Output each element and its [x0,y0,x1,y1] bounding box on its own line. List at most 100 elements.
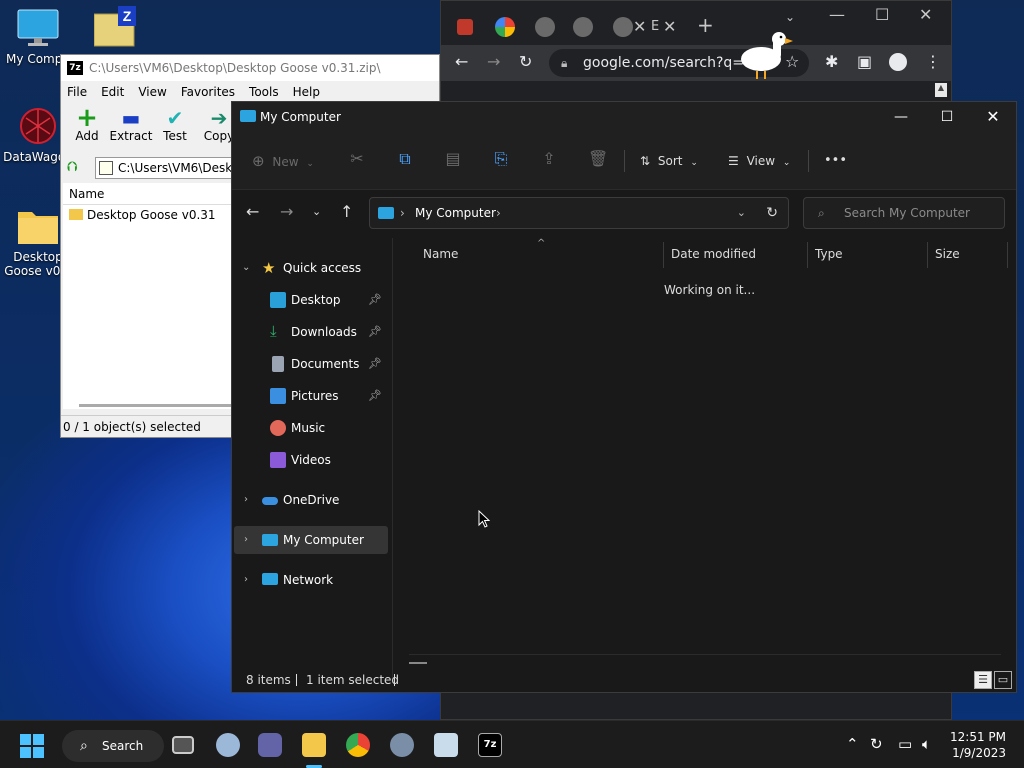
taskbar-search[interactable]: ⌕ Search [62,730,164,762]
column-header-name[interactable]: Name [423,247,458,261]
globe-icon[interactable] [613,17,633,37]
column-separator[interactable] [663,242,664,268]
share-icon[interactable]: ⇪ [540,150,558,168]
globe-icon[interactable] [535,17,555,37]
new-tab-icon[interactable]: + [697,15,714,35]
recent-locations-icon[interactable]: ⌄ [312,203,321,221]
file-explorer-window[interactable]: My Computer — ☐ ✕ ⊕ New ⌄ ✂ ⧉ ▤ ⎘ ⇪ 🗑︎ ⇅… [231,101,1017,693]
up-icon[interactable]: ↑ [340,203,353,221]
sidebar-item-downloads[interactable]: ⤓ Downloads 📌︎ [232,318,388,346]
tiles-view-icon[interactable]: ▭ [994,671,1012,689]
copy-icon[interactable]: ⧉ [396,150,414,168]
forward-icon[interactable]: → [487,54,500,70]
column-separator[interactable] [927,242,928,268]
zip-desktop-icon[interactable]: Z [93,6,138,48]
details-view-icon[interactable]: ☰ [974,671,992,689]
volume-icon[interactable]: 🔈︎ [922,735,931,753]
file-list-pane[interactable]: ^ Name Date modified Type Size Working o… [392,238,1016,678]
more-options-button[interactable]: ••• [824,150,847,172]
test-button[interactable]: ✔ Test [153,103,197,155]
close-icon[interactable]: ✕ [919,7,932,23]
cut-icon[interactable]: ✂ [348,150,366,168]
sidebar-item-quick-access[interactable]: ⌄ ★ Quick access [232,254,388,282]
breadcrumb-my-computer[interactable]: My Computer [415,198,496,228]
search-box[interactable]: ⌕ Search My Computer [803,197,1005,229]
view-button[interactable]: ☰ View ⌄ [728,150,790,172]
column-header-type[interactable]: Type [815,247,843,261]
pin-icon[interactable]: 📌︎ [368,350,382,378]
google-icon[interactable] [495,17,515,37]
maximize-icon[interactable]: ☐ [875,7,889,23]
menu-favorites[interactable]: Favorites [181,81,235,103]
chevron-right-icon[interactable]: › [244,486,248,514]
forward-icon[interactable]: → [280,203,293,221]
sidebar-item-desktop[interactable]: Desktop 📌︎ [232,286,388,314]
sync-icon[interactable]: ↻ [870,735,883,753]
delete-icon[interactable]: 🗑︎ [588,150,608,168]
sidebar-item-onedrive[interactable]: › OneDrive [232,486,388,514]
reload-icon[interactable]: ↻ [519,54,532,70]
maximize-button[interactable]: ☐ [924,102,970,132]
active-tab-label[interactable]: E [651,19,659,35]
address-bar[interactable]: › My Computer › ⌄ ↻ [369,197,789,229]
chevron-right-icon[interactable]: › [244,526,248,554]
horizontal-scrollbar[interactable] [409,662,427,664]
add-button[interactable]: + Add [65,103,109,155]
settings-gear-icon[interactable] [390,733,414,757]
profile-icon[interactable] [889,53,907,71]
chevron-down-icon[interactable]: ⌄ [242,254,250,282]
back-icon[interactable]: ← [455,54,468,70]
globe-icon[interactable] [573,17,593,37]
pin-icon[interactable]: 📌︎ [368,318,382,346]
widgets-icon[interactable] [216,733,240,757]
chat-icon[interactable] [258,733,282,757]
menu-icon[interactable]: ⋮ [925,54,941,70]
start-button[interactable] [20,734,44,758]
minimize-icon[interactable]: — [829,7,845,23]
menu-edit[interactable]: Edit [101,81,124,103]
taskbar-clock[interactable]: 12:51 PM 1/9/2023 [950,729,1006,761]
rename-icon[interactable]: ⎘ [492,150,510,168]
column-separator[interactable] [807,242,808,268]
menu-tools[interactable]: Tools [249,81,279,103]
column-header-size[interactable]: Size [935,247,960,261]
tab-search-icon[interactable]: ⌄ [785,9,795,25]
file-explorer-icon[interactable] [302,733,326,757]
chrome-icon[interactable] [346,733,370,757]
close-button[interactable]: ✕ [970,102,1016,132]
menu-view[interactable]: View [138,81,166,103]
new-button[interactable]: ⊕ New ⌄ [252,150,314,172]
back-icon[interactable]: ← [246,203,259,221]
sort-button[interactable]: ⇅ Sort ⌄ [640,150,698,172]
chevron-right-icon[interactable]: › [244,566,248,594]
store-icon[interactable] [457,19,473,35]
sidebar-item-documents[interactable]: Documents 📌︎ [232,350,388,378]
address-history-icon[interactable]: ⌄ [737,198,746,228]
column-header-date-modified[interactable]: Date modified [671,247,756,261]
menu-help[interactable]: Help [293,81,320,103]
horizontal-scrollbar[interactable] [79,404,235,407]
7zip-taskbar-icon[interactable]: 7z [478,733,502,757]
chevron-up-icon[interactable]: ⌃ [846,735,859,753]
sidebar-item-music[interactable]: Music [232,414,388,442]
column-separator[interactable] [1007,242,1008,268]
side-panel-icon[interactable]: ▣ [857,54,872,70]
extract-button[interactable]: ▬ Extract [109,103,153,155]
pin-icon[interactable]: 📌︎ [368,382,382,410]
refresh-icon[interactable]: ↻ [766,198,778,228]
sidebar-item-my-computer[interactable]: › My Computer [234,526,388,554]
up-folder-icon[interactable]: ⮉ [67,159,78,175]
task-view-icon[interactable] [172,736,194,754]
tab-close-icon[interactable]: ✕ [633,19,646,35]
pin-icon[interactable]: 📌︎ [368,286,382,314]
minimize-button[interactable]: — [878,102,924,132]
extensions-icon[interactable]: ✱ [825,54,838,70]
display-icon[interactable]: ▭ [898,735,912,753]
menu-file[interactable]: File [67,81,87,103]
sidebar-item-videos[interactable]: Videos [232,446,388,474]
sidebar-item-network[interactable]: › Network [232,566,388,594]
resource-monitor-icon[interactable] [434,733,458,757]
chrome-scroll-up[interactable]: ▲ [935,83,947,97]
sidebar-item-pictures[interactable]: Pictures 📌︎ [232,382,388,410]
paste-icon[interactable]: ▤ [444,150,462,168]
